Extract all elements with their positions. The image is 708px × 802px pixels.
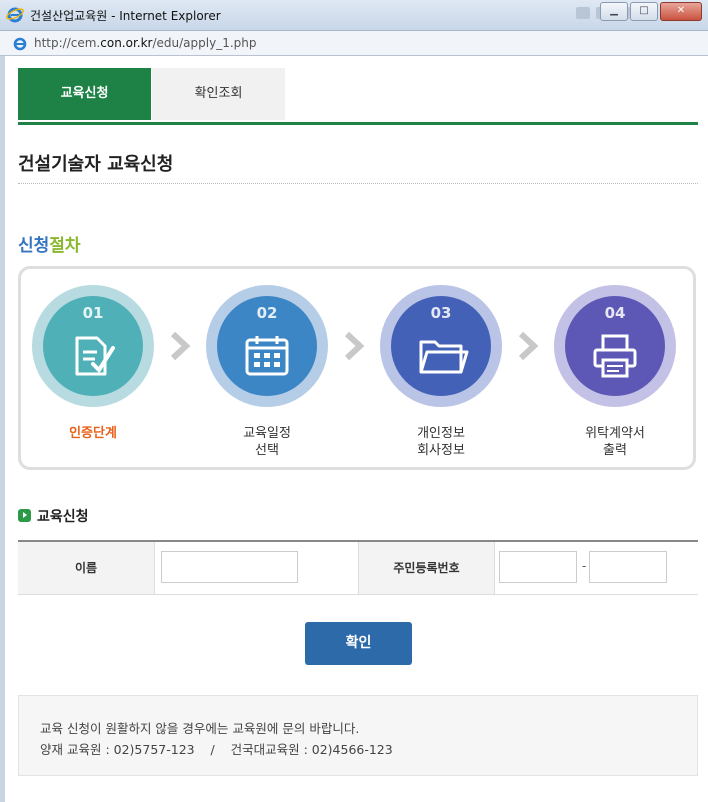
printer-icon xyxy=(593,334,637,378)
name-input[interactable] xyxy=(161,551,298,583)
ie-page-icon xyxy=(13,37,27,51)
rrn-first-input[interactable] xyxy=(499,551,577,583)
step-4-label: 위탁계약서 출력 xyxy=(585,426,645,458)
page-title: 건설기술자 교육신청 xyxy=(18,154,174,175)
address-bar[interactable]: http://cem.con.or.kr/edu/apply_1.php xyxy=(0,31,708,56)
step-2-circle: 02 xyxy=(206,285,328,407)
maximize-button[interactable]: □ xyxy=(630,2,658,21)
rrn-label: 주민등록번호 xyxy=(358,542,495,594)
chevron-right-icon xyxy=(170,331,191,361)
name-label: 이름 xyxy=(18,542,155,594)
step-1-number: 01 xyxy=(82,304,104,322)
close-button[interactable]: ✕ xyxy=(660,2,702,21)
step-3-label: 개인정보 회사정보 xyxy=(417,426,465,458)
procedure-heading: 신청절차 xyxy=(18,236,81,256)
chevron-right-icon xyxy=(344,331,365,361)
step-1-circle: 01 xyxy=(32,285,154,407)
procedure-steps: 01 인증단계 02 교육일정 선택 03 개인정보 회사정보 04 위탁계약서… xyxy=(18,266,696,470)
tab-apply[interactable]: 교육신청 xyxy=(18,68,151,120)
rrn-second-input[interactable] xyxy=(589,551,667,583)
step-3-number: 03 xyxy=(430,304,452,322)
chevron-right-icon xyxy=(518,331,539,361)
form-heading: 교육신청 xyxy=(18,506,89,526)
folder-icon xyxy=(419,340,469,374)
step-2-number: 02 xyxy=(256,304,278,322)
minimize-button[interactable]: ▁ xyxy=(600,2,628,21)
notice-line-2: 양재 교육원 : 02)5757-123 / 건국대교육원 : 02)4566-… xyxy=(40,742,393,757)
window-title: 건설산업교육원 - Internet Explorer xyxy=(30,9,221,23)
tab-bar: 교육신청 확인조회 xyxy=(18,68,698,125)
calendar-icon xyxy=(245,336,289,376)
play-bullet-icon xyxy=(18,509,31,522)
rrn-separator: - xyxy=(582,559,587,573)
step-4-number: 04 xyxy=(604,304,626,322)
title-divider xyxy=(18,183,698,184)
confirm-button[interactable]: 확인 xyxy=(305,622,412,665)
address-url[interactable]: http://cem.con.or.kr/edu/apply_1.php xyxy=(34,36,257,50)
window-titlebar: 건설산업교육원 - Internet Explorer ▁ □ ✕ xyxy=(0,0,708,31)
tab-check[interactable]: 확인조회 xyxy=(152,68,285,120)
notice-line-1: 교육 신청이 원활하지 않을 경우에는 교육원에 문의 바랍니다. xyxy=(40,721,360,736)
step-3-circle: 03 xyxy=(380,285,502,407)
step-1-label: 인증단계 xyxy=(69,426,117,441)
apply-form-table: 이름 주민등록번호 - xyxy=(18,540,698,595)
contact-notice: 교육 신청이 원활하지 않을 경우에는 교육원에 문의 바랍니다. 양재 교육원… xyxy=(18,695,698,776)
step-2-label: 교육일정 선택 xyxy=(243,426,291,458)
step-4-circle: 04 xyxy=(554,285,676,407)
document-check-icon xyxy=(75,336,115,376)
ie-logo-icon xyxy=(6,7,24,23)
